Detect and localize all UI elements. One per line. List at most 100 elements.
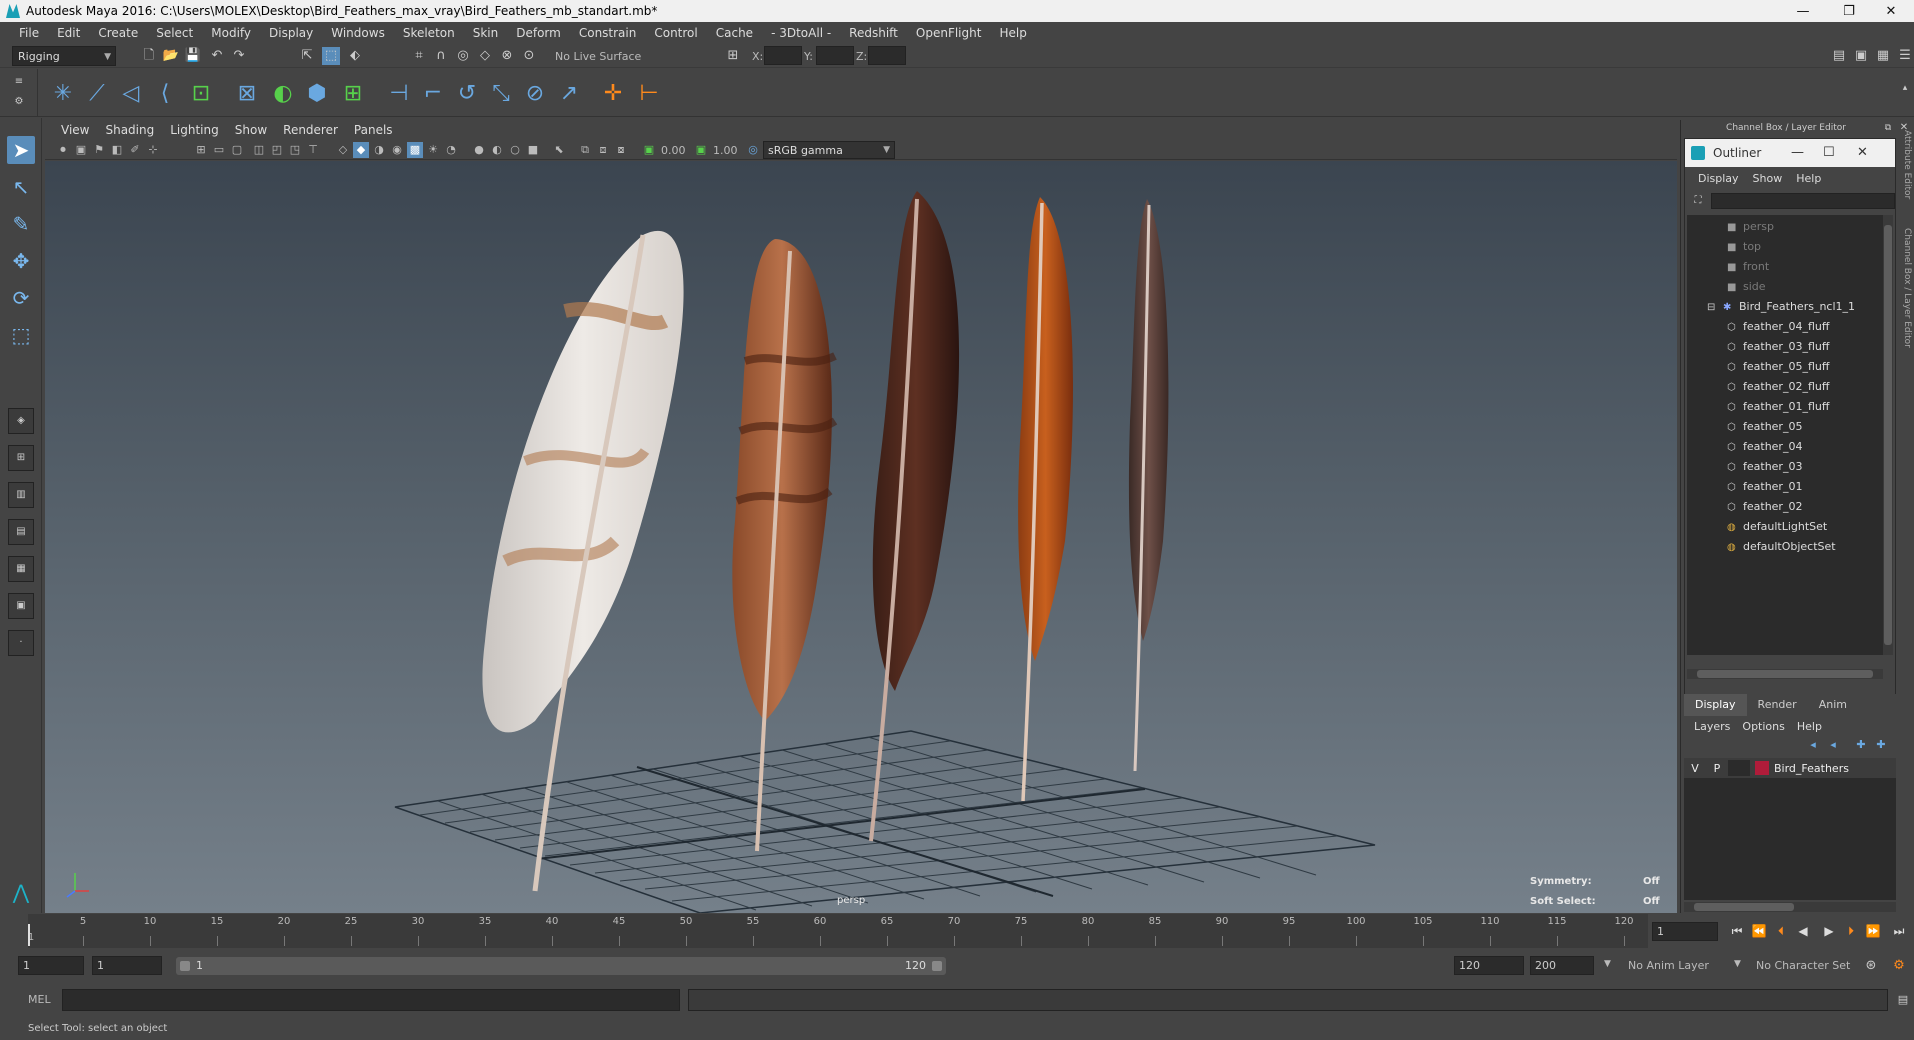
outliner-item-mesh[interactable]: ⬡ feather_05 (1687, 417, 1883, 437)
depth-of-field-icon[interactable]: ■ (525, 142, 541, 158)
outliner-item-set[interactable]: ◍ defaultObjectSet (1687, 537, 1883, 557)
outliner-menu-help[interactable]: Help (1789, 172, 1828, 185)
menu-deform[interactable]: Deform (507, 26, 570, 40)
animation-preferences-icon[interactable]: ⚙ (1890, 957, 1908, 975)
select-component-icon[interactable]: ⬖ (346, 47, 364, 65)
play-backward-icon[interactable]: ◀ (1794, 922, 1812, 940)
undo-icon[interactable]: ↶ (208, 47, 226, 65)
menu-file[interactable]: File (10, 26, 48, 40)
tab-display[interactable]: Display (1684, 694, 1747, 716)
outliner-item-mesh[interactable]: ⬡ feather_05_fluff (1687, 357, 1883, 377)
xray-icon[interactable]: ⧉ (577, 142, 593, 158)
outliner-horizontal-scrollbar[interactable] (1687, 669, 1883, 679)
outliner-search-input[interactable] (1711, 193, 1895, 209)
redo-icon[interactable]: ↷ (230, 47, 248, 65)
aim-constraint-icon[interactable]: ⌐ (418, 79, 448, 109)
select-object-icon[interactable]: ⬚ (322, 47, 340, 65)
outliner-menu-show[interactable]: Show (1746, 172, 1790, 185)
menu-cache[interactable]: Cache (707, 26, 762, 40)
menu-display[interactable]: Display (260, 26, 322, 40)
outliner-item-mesh[interactable]: ⬡ feather_04 (1687, 437, 1883, 457)
outliner-item-side[interactable]: ■ side (1687, 277, 1883, 297)
film-gate-icon[interactable]: ▭ (211, 142, 227, 158)
bind-skin-icon[interactable]: ⊡ (186, 79, 216, 109)
annotation-icon[interactable]: ⊢ (634, 79, 664, 109)
y-field[interactable] (816, 46, 854, 65)
grid-icon[interactable]: ⊞ (193, 142, 209, 158)
attribute-editor-toggle-icon[interactable]: ▣ (1852, 47, 1870, 65)
tab-render[interactable]: Render (1747, 694, 1808, 716)
vp-menu-shading[interactable]: Shading (97, 123, 162, 137)
menu-create[interactable]: Create (89, 26, 147, 40)
xray-components-icon[interactable]: ⧇ (613, 142, 629, 158)
move-layer-up-icon[interactable]: ◂ (1804, 736, 1822, 754)
feather-orange[interactable] (1018, 197, 1073, 802)
ik-spline-icon[interactable]: ◁ (116, 79, 146, 109)
persp-graph-layout-button[interactable]: ▤ (8, 519, 34, 545)
menu-edit[interactable]: Edit (48, 26, 89, 40)
open-scene-icon[interactable]: 📂 (162, 47, 180, 65)
snap-curve-icon[interactable]: ∩ (432, 47, 450, 65)
move-layer-down-icon[interactable]: ◂ (1824, 736, 1842, 754)
orient-constraint-icon[interactable]: ↺ (452, 79, 482, 109)
paint-select-tool-icon[interactable]: ✎ (7, 210, 35, 238)
color-space-dropdown[interactable]: sRGB gamma ▼ (763, 141, 895, 159)
snap-plane-icon[interactable]: ◇ (476, 47, 494, 65)
step-back-frame-icon[interactable]: ⏴ (1772, 922, 1790, 940)
vp-menu-show[interactable]: Show (227, 123, 275, 137)
outliner-vertical-scrollbar[interactable] (1883, 215, 1893, 655)
menu-control[interactable]: Control (645, 26, 706, 40)
live-surface-label[interactable]: No Live Surface (555, 50, 641, 63)
gamma-icon[interactable]: ▣ (693, 142, 709, 158)
play-forward-icon[interactable]: ▶ (1820, 922, 1838, 940)
render-settings-icon[interactable]: ▤ (1830, 47, 1848, 65)
grease-pencil-icon[interactable]: ✐ (127, 142, 143, 158)
outliner-item-mesh[interactable]: ⬡ feather_01 (1687, 477, 1883, 497)
animation-end-field[interactable]: 200 (1530, 956, 1594, 975)
layer-horizontal-scrollbar[interactable] (1684, 902, 1896, 912)
outliner-close-button[interactable]: ✕ (1857, 145, 1868, 160)
gate-mask-icon[interactable]: ◫ (251, 142, 267, 158)
menu-set-dropdown[interactable]: Rigging ▼ (12, 46, 116, 66)
menu-constrain[interactable]: Constrain (570, 26, 646, 40)
character-set-dropdown[interactable]: No Character Set (1756, 959, 1850, 972)
anim-layer-dropdown[interactable]: No Anim Layer (1628, 959, 1709, 972)
collapse-icon[interactable]: ⊟ (1707, 298, 1719, 318)
menu-openflight[interactable]: OpenFlight (907, 26, 991, 40)
time-slider[interactable]: 1 5 10 15 20 25 30 35 40 45 50 55 60 65 … (0, 914, 1914, 948)
outliner-minimize-button[interactable]: — (1791, 145, 1804, 160)
camera-attributes-icon[interactable]: ▣ (73, 142, 89, 158)
use-all-lights-icon[interactable]: ☀ (425, 142, 441, 158)
rotate-tool-icon[interactable]: ⟳ (7, 284, 35, 312)
command-input[interactable] (62, 989, 680, 1011)
close-button[interactable]: ✕ (1868, 0, 1914, 22)
move-tool-icon[interactable]: ✥ (7, 247, 35, 275)
layer-menu-help[interactable]: Help (1791, 720, 1828, 733)
minimize-button[interactable]: — (1780, 0, 1826, 22)
layer-color-swatch[interactable] (1755, 761, 1769, 775)
exposure-value[interactable]: 0.00 (661, 144, 686, 157)
outliner-item-mesh[interactable]: ⬡ feather_04_fluff (1687, 317, 1883, 337)
outliner-item-persp[interactable]: ■ persp (1687, 217, 1883, 237)
persp-outliner-layout-button[interactable]: ▥ (8, 482, 34, 508)
new-scene-icon[interactable]: 🗋 (140, 47, 158, 65)
outliner-item-mesh[interactable]: ⬡ feather_01_fluff (1687, 397, 1883, 417)
restore-button[interactable]: ❐ (1826, 0, 1872, 22)
four-view-layout-button[interactable]: ⊞ (8, 445, 34, 471)
point-constraint-icon[interactable]: ⊣ (384, 79, 414, 109)
go-to-end-icon[interactable]: ⏭ (1890, 922, 1908, 940)
scale-tool-icon[interactable]: ⬚ (7, 321, 35, 349)
go-to-start-icon[interactable]: ⏮ (1728, 922, 1746, 940)
safe-title-icon[interactable]: ⊤ (305, 142, 321, 158)
snap-point-icon[interactable]: ◎ (454, 47, 472, 65)
channel-box-toggle-icon[interactable]: ▦ (1874, 47, 1892, 65)
new-layer-selected-icon[interactable]: ✚ (1872, 736, 1890, 754)
ik-handle-icon[interactable]: ⟋ (82, 79, 112, 109)
playback-start-field[interactable]: 1 (92, 956, 162, 975)
image-plane-icon[interactable]: ◧ (109, 142, 125, 158)
smooth-shade-icon[interactable]: ◆ (353, 142, 369, 158)
outliner-item-mesh[interactable]: ⬡ feather_03 (1687, 457, 1883, 477)
snap-grid-icon[interactable]: ⌗ (410, 47, 428, 65)
tab-anim[interactable]: Anim (1808, 694, 1858, 716)
motion-blur-icon[interactable]: ◐ (489, 142, 505, 158)
